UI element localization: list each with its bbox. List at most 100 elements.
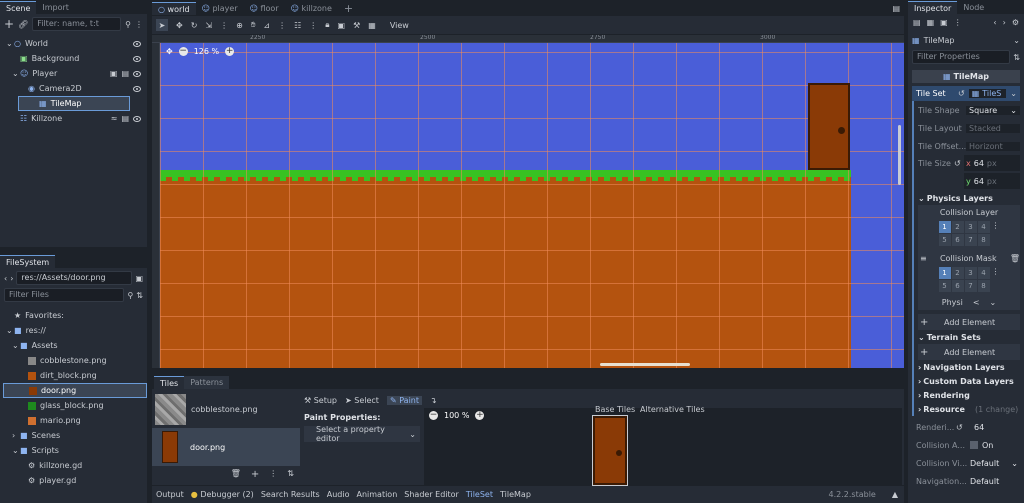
tile-shape-select[interactable]: Square ⌄ — [966, 105, 1020, 115]
add-tab-button[interactable]: + — [338, 2, 359, 15]
history-forward-icon[interactable]: › — [1003, 18, 1006, 27]
panel-toggle-icon[interactable]: ▲ — [892, 490, 898, 499]
tab-tiles[interactable]: Tiles — [154, 376, 185, 389]
rendering-section[interactable]: › Rendering — [918, 388, 1020, 402]
split-icon[interactable]: ▣ — [135, 274, 143, 283]
group-icon[interactable]: ▣ — [338, 21, 346, 30]
zoom-out-button[interactable]: − — [178, 47, 188, 56]
terrain-sets-section[interactable]: ⌄ Terrain Sets — [918, 330, 1020, 344]
tab-filesystem[interactable]: FileSystem — [0, 255, 56, 268]
atlas-door-tile[interactable] — [592, 415, 628, 486]
chevron-down-icon[interactable]: ⌄ — [1010, 89, 1017, 98]
tile-source-item[interactable]: cobblestone.png — [152, 392, 300, 426]
vertical-scrollbar[interactable] — [898, 125, 901, 185]
property-editor-select[interactable]: Select a property editor ⌄ — [304, 425, 420, 443]
revert-icon[interactable]: ↺ — [956, 423, 970, 432]
tab-node[interactable]: Node — [957, 1, 990, 14]
filter-options-icon[interactable]: ⇅ — [1013, 53, 1020, 62]
file-item[interactable]: ⚙ player.gd — [0, 473, 147, 488]
file-item-selected[interactable]: door.png — [3, 383, 147, 398]
snap-options-icon[interactable]: ⋮ — [309, 21, 317, 30]
tab-floor[interactable]: ☺ floor — [244, 2, 285, 15]
filesystem-filter-input[interactable]: Filter Files — [4, 288, 125, 302]
tree-node-player[interactable]: ⌄ ☺ Player ▣ ▤ — [0, 66, 147, 81]
tile-layout-select[interactable]: Stacked — [966, 123, 1020, 133]
collision-visibility-select[interactable]: Default ⌄ — [970, 459, 1024, 468]
rotate-tool-icon[interactable]: ↻ — [191, 21, 198, 30]
lock-icon[interactable]: 🔒︎ — [325, 20, 329, 30]
tab-tilemap[interactable]: TileMap — [500, 490, 531, 499]
tree-node-world[interactable]: ⌄ ○ World — [0, 36, 147, 51]
search-options-icon[interactable]: ⚲ — [125, 20, 131, 29]
file-item[interactable]: glass_block.png — [0, 398, 147, 413]
file-item[interactable]: dirt_block.png — [0, 368, 147, 383]
sort-icon[interactable]: ⇅ — [136, 291, 143, 300]
navigation-layers-section[interactable]: › Navigation Layers — [918, 360, 1020, 374]
kebab-menu-icon[interactable]: ⋮ — [135, 20, 143, 29]
extra-options-icon[interactable]: ⋮ — [954, 18, 962, 27]
picker-icon[interactable]: ↴ — [430, 396, 437, 405]
folder-scripts[interactable]: ⌄ ■ Scripts — [0, 443, 147, 458]
pan-tool-icon[interactable]: ✋︎ — [251, 20, 256, 30]
checkbox-icon[interactable] — [970, 441, 978, 449]
sort-icon[interactable]: ⇅ — [287, 469, 294, 480]
file-item[interactable]: ⚙ killzone.gd — [0, 458, 147, 473]
add-terrain-set-button[interactable]: + Add Element — [918, 344, 1020, 360]
save-resource-icon[interactable]: ▣ — [940, 18, 948, 27]
custom-data-layers-section[interactable]: › Custom Data Layers — [918, 374, 1020, 388]
file-item[interactable]: cobblestone.png — [0, 353, 147, 368]
open-resource-icon[interactable]: ▦ — [927, 18, 935, 27]
script-icon[interactable]: ▤ — [121, 69, 129, 78]
file-item[interactable]: mario.png — [0, 413, 147, 428]
script-icon[interactable]: ▤ — [121, 114, 129, 123]
navigation-visibility-select[interactable]: Default — [970, 477, 1024, 486]
horizontal-scrollbar[interactable] — [600, 363, 690, 366]
tab-patterns[interactable]: Patterns — [184, 376, 230, 389]
folder-assets[interactable]: ⌄ ■ Assets — [0, 338, 147, 353]
visibility-icon[interactable] — [133, 115, 141, 122]
tileset-resource-button[interactable]: ▦ TileS — [968, 89, 1007, 98]
favorites-item[interactable]: ★ Favorites: — [0, 308, 147, 323]
inspected-node-name[interactable]: TileMap — [924, 36, 1010, 45]
ruler-icon[interactable]: ⊿ — [263, 21, 270, 30]
history-icon[interactable]: ⚙ — [1012, 18, 1019, 27]
chevron-down-icon[interactable]: ⌄ — [1013, 36, 1020, 45]
folder-res[interactable]: ⌄ ■ res:// — [0, 323, 147, 338]
bone-icon[interactable]: ⚒ — [353, 21, 360, 30]
new-resource-icon[interactable]: ▤ — [913, 18, 921, 27]
kebab-menu-icon[interactable]: ⋮ — [992, 221, 1000, 246]
add-node-icon[interactable]: + — [4, 17, 14, 31]
signal-icon[interactable]: ≈ — [111, 114, 118, 123]
tile-offset-select[interactable]: Horizont — [966, 141, 1020, 151]
tab-player[interactable]: ☺ player — [196, 2, 244, 15]
selectable-icon[interactable]: ⋮ — [220, 21, 228, 30]
tab-killzone[interactable]: ☺ killzone — [285, 2, 338, 15]
tile-source-item-selected[interactable]: door.png — [152, 428, 300, 466]
tile-icon[interactable]: ▦ — [368, 21, 376, 30]
tab-tileset[interactable]: TileSet — [466, 490, 493, 499]
tile-size-x[interactable]: x 64 px — [964, 155, 1020, 171]
paint-button[interactable]: ✎ Paint — [386, 395, 422, 405]
forward-icon[interactable]: › — [10, 274, 13, 283]
scene-instance-icon[interactable]: ▣ — [110, 69, 118, 78]
history-back-icon[interactable]: ‹ — [993, 18, 996, 27]
folder-scenes[interactable]: › ■ Scenes — [0, 428, 147, 443]
scene-list-icon[interactable]: ▤ — [888, 4, 904, 15]
tab-animation[interactable]: Animation — [356, 490, 397, 499]
tree-node-camera2d[interactable]: ◉ Camera2D — [0, 81, 147, 96]
visibility-icon[interactable] — [133, 85, 141, 92]
tab-scene[interactable]: Scene — [0, 1, 37, 14]
trash-icon[interactable]: 🗑︎ — [1010, 254, 1020, 263]
add-source-icon[interactable]: + — [251, 469, 259, 480]
zoom-in-button[interactable]: + — [225, 47, 235, 56]
tree-node-tilemap[interactable]: ▦ TileMap — [18, 96, 130, 111]
pivot-icon[interactable]: ⊕ — [236, 21, 243, 30]
tab-search-results[interactable]: Search Results — [261, 490, 320, 499]
zoom-in-button[interactable]: + — [475, 411, 485, 420]
search-icon[interactable]: ⚲ — [127, 291, 133, 300]
tree-node-background[interactable]: ▣ Background — [0, 51, 147, 66]
kebab-menu-icon[interactable]: ⋮ — [992, 267, 1000, 292]
scale-tool-icon[interactable]: ⇲ — [205, 21, 212, 30]
tile-size-y[interactable]: y 64 px — [964, 173, 1020, 189]
tab-shader-editor[interactable]: Shader Editor — [404, 490, 459, 499]
